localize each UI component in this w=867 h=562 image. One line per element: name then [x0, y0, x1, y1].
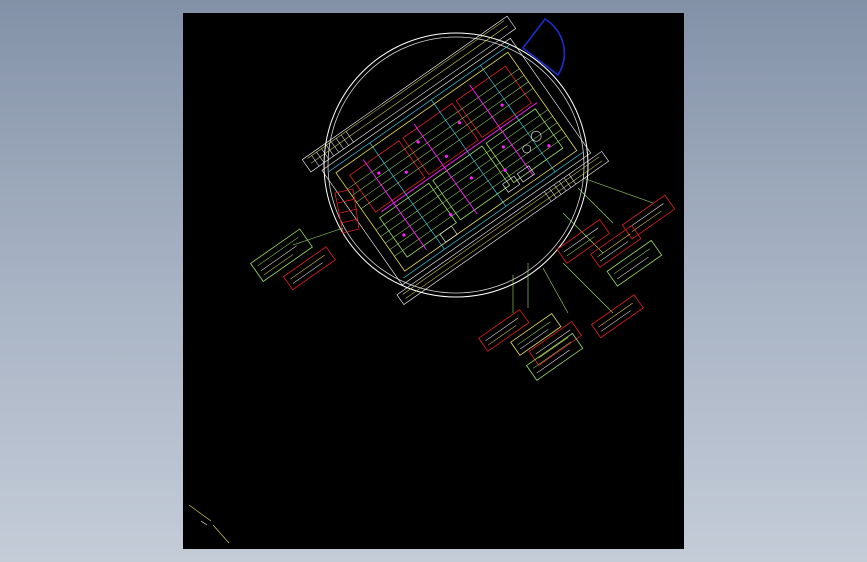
callout-tag-bottom-1: [478, 308, 530, 352]
cad-viewport[interactable]: [0, 0, 867, 562]
callout-tag-right-3: [590, 224, 642, 268]
callout-tag-left-1: [250, 228, 313, 282]
cad-drawing: [188, 15, 676, 544]
callout-tag-right-2: [556, 218, 611, 264]
callout-tag-bottom-5: [590, 294, 644, 339]
callout-tag-right-4: [606, 239, 663, 287]
circular-plan-outline: [323, 32, 589, 298]
callout-leaders: [292, 177, 654, 314]
callout-tag-left-2: [282, 246, 336, 291]
scale-marker: [188, 504, 230, 544]
drawing-sheet[interactable]: [183, 13, 684, 549]
floor-plan-layout: [301, 15, 610, 306]
